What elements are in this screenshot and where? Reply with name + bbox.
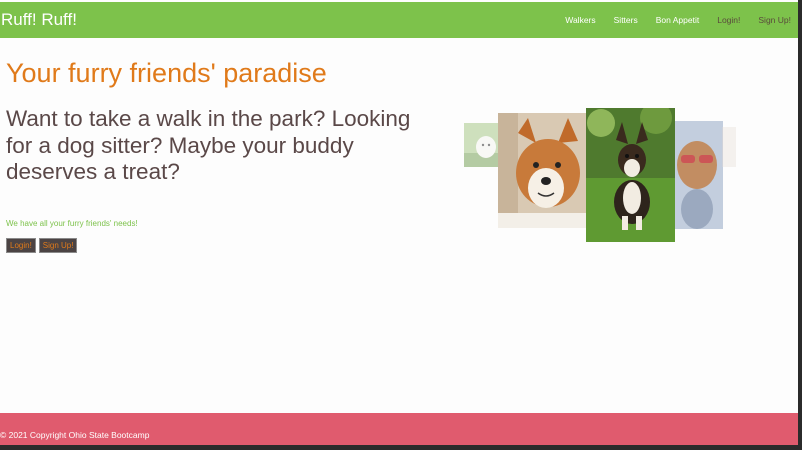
signup-button[interactable]: Sign Up! — [38, 238, 78, 253]
nav-link-walkers[interactable]: Walkers — [565, 15, 595, 25]
hero-tagline: We have all your furry friends' needs! — [6, 219, 138, 228]
nav-link-bon-appetit[interactable]: Bon Appetit — [656, 15, 699, 25]
carousel-image-corgi-on-grass[interactable] — [586, 108, 675, 242]
hero-title: Your furry friends' paradise — [6, 58, 327, 88]
carousel-image-dog-sunglasses[interactable] — [675, 121, 723, 229]
footer: © 2021 Copyright Ohio State Bootcamp — [0, 413, 798, 445]
carousel-image-faded[interactable] — [722, 127, 736, 167]
login-button[interactable]: Login! — [6, 238, 36, 253]
footer-copyright: © 2021 Copyright Ohio State Bootcamp — [0, 430, 150, 440]
app-frame: Ruff! Ruff! Walkers Sitters Bon Appetit … — [0, 0, 798, 445]
nav-link-login[interactable]: Login! — [717, 15, 740, 25]
brand-logo[interactable]: Ruff! Ruff! — [1, 10, 77, 30]
hero-buttons: Login! Sign Up! — [6, 238, 78, 253]
dog-image-carousel[interactable] — [460, 105, 740, 250]
carousel-image-corgi-closeup[interactable] — [498, 113, 586, 228]
nav-link-signup[interactable]: Sign Up! — [758, 15, 791, 25]
hero-subtitle: Want to take a walk in the park? Looking… — [6, 106, 411, 184]
navbar: Ruff! Ruff! Walkers Sitters Bon Appetit … — [0, 2, 798, 38]
nav-links: Walkers Sitters Bon Appetit Login! Sign … — [547, 15, 791, 25]
nav-link-sitters[interactable]: Sitters — [614, 15, 638, 25]
